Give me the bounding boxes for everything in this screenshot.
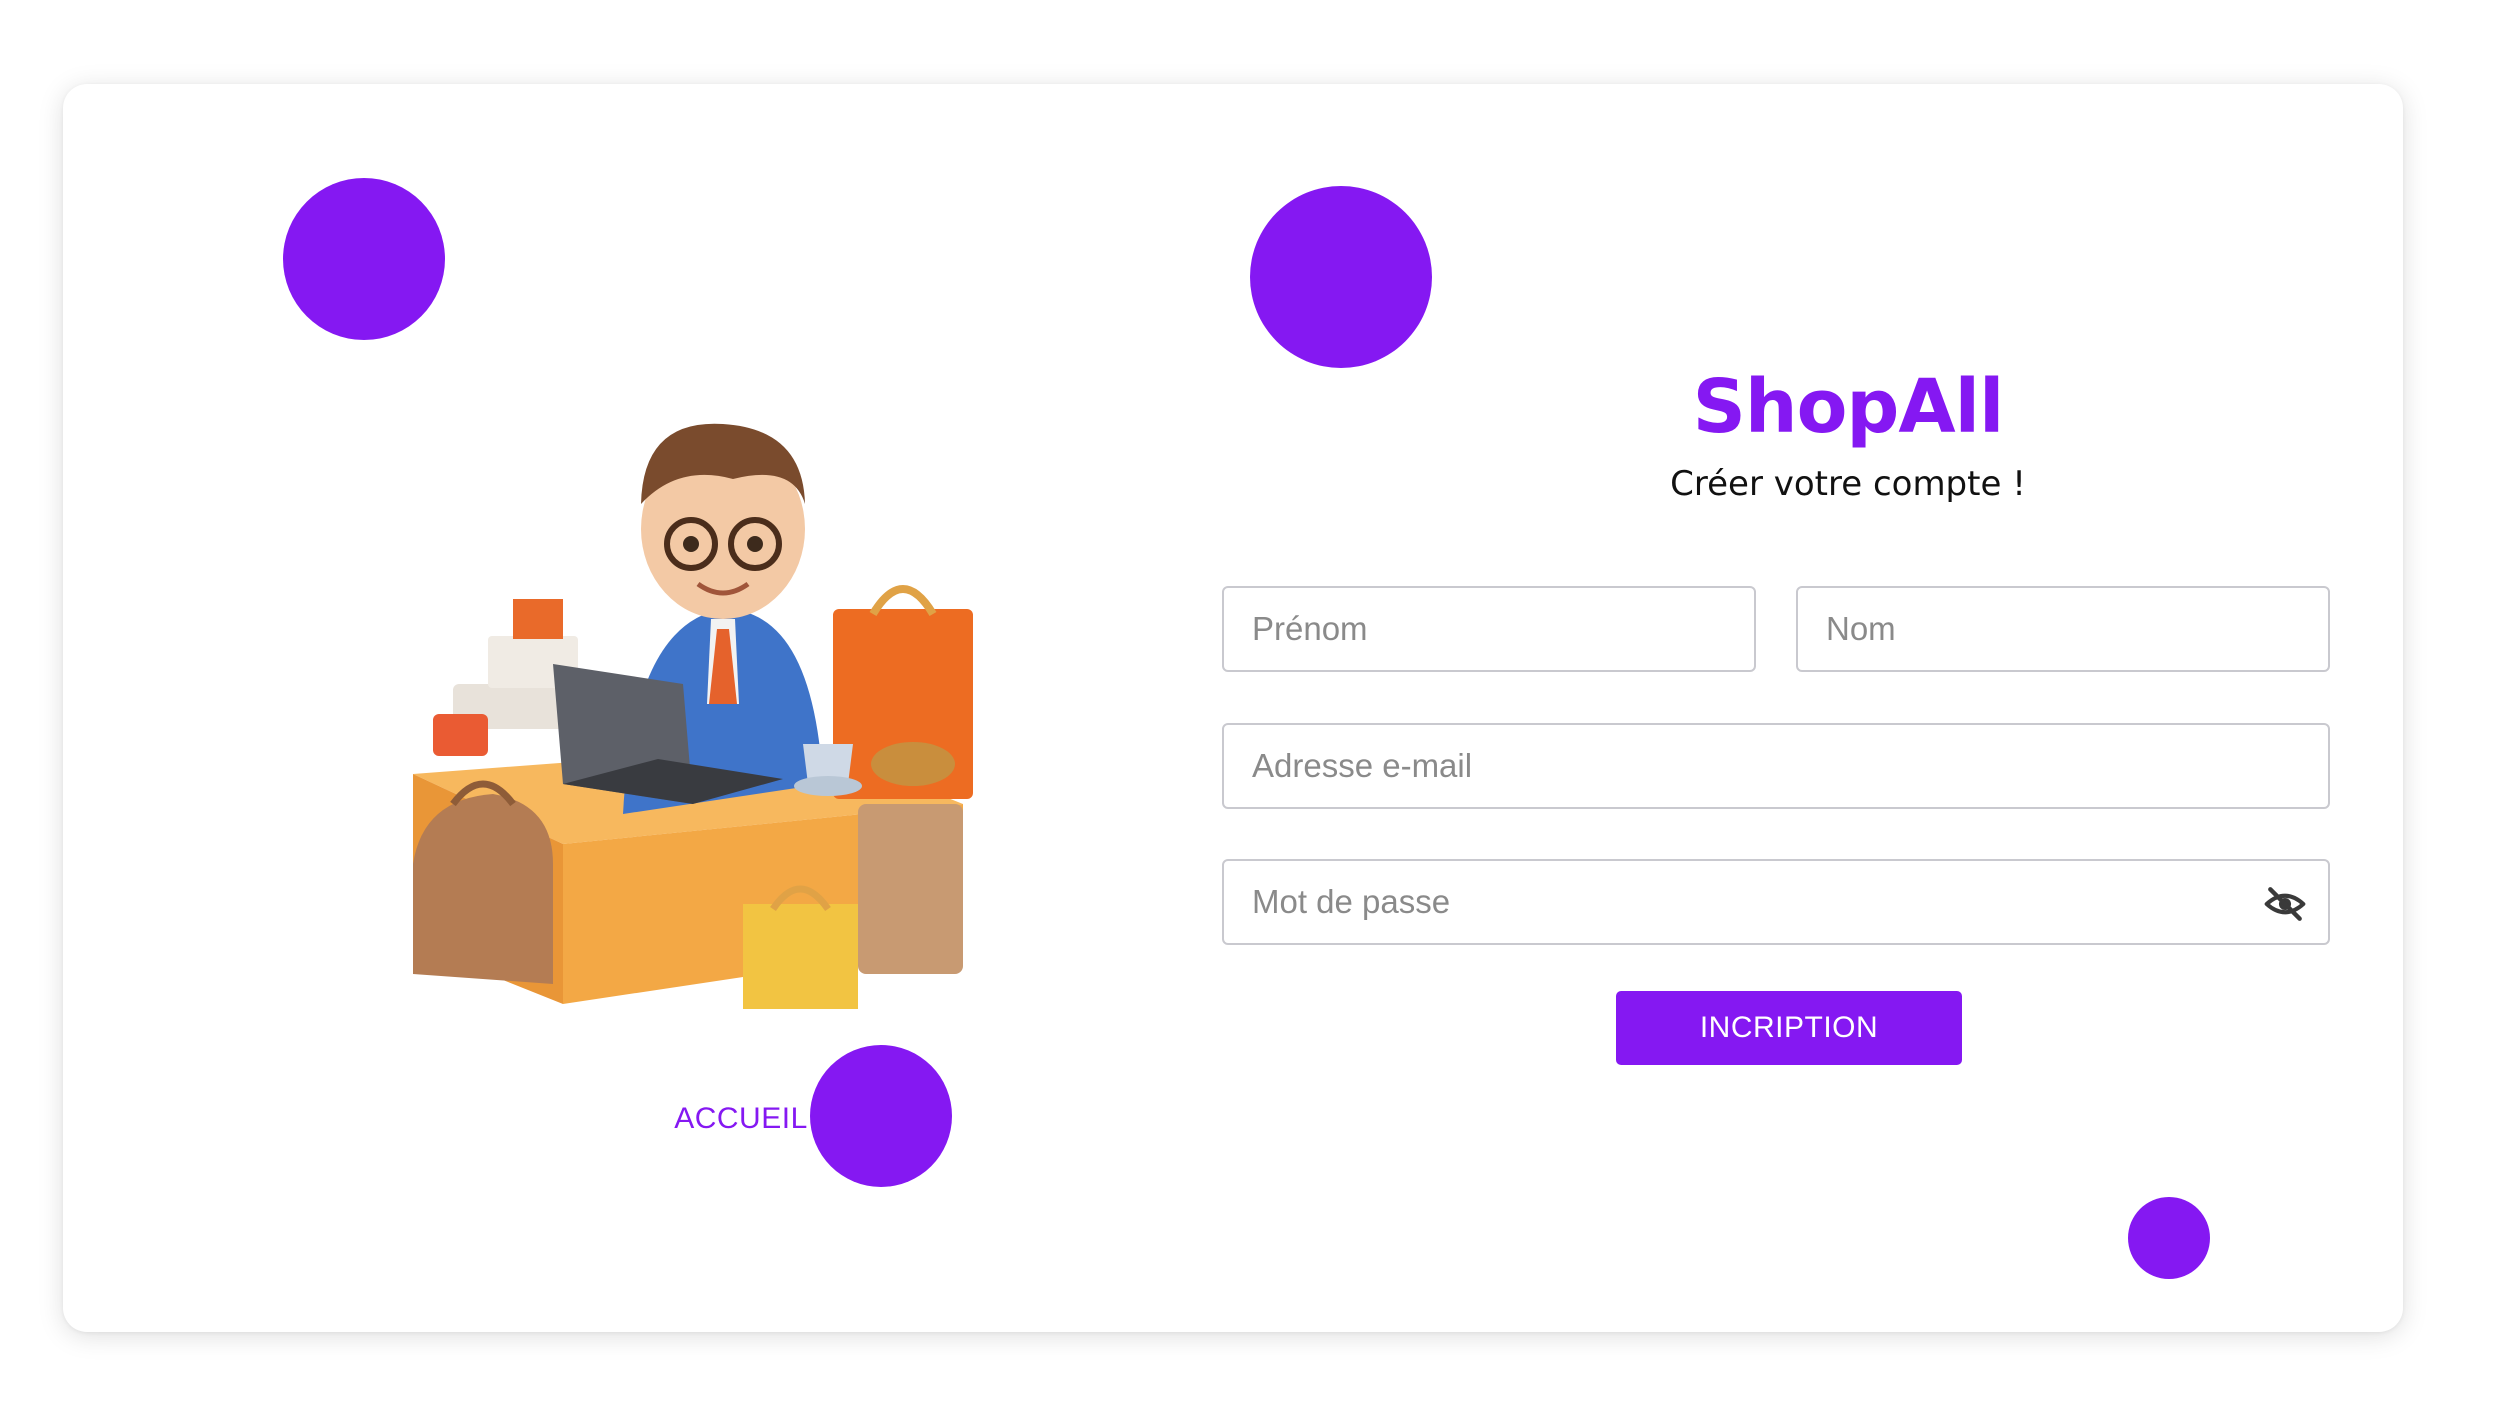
signup-submit-button[interactable]: INCRIPTION	[1616, 991, 1962, 1065]
shopping-businessman-illustration	[413, 423, 973, 1009]
brand-title: ShopAll	[1692, 364, 2005, 450]
decor-circle-top-left	[283, 178, 445, 340]
eye-slash-icon[interactable]	[2260, 879, 2310, 929]
password-field	[1222, 859, 2330, 945]
email-input[interactable]	[1224, 725, 2328, 807]
first-name-field	[1222, 586, 1756, 672]
first-name-input[interactable]	[1224, 588, 1754, 670]
password-input[interactable]	[1224, 861, 2328, 943]
email-field	[1222, 723, 2330, 809]
decor-circle-top-center	[1250, 186, 1432, 368]
signup-card: ACCUEIL ShopAll Créer votre compte ! INC…	[63, 84, 2403, 1332]
last-name-input[interactable]	[1798, 588, 2328, 670]
page-subtitle: Créer votre compte !	[1670, 464, 2026, 504]
accueil-link[interactable]: ACCUEIL	[611, 1102, 871, 1136]
decor-circle-bottom-right	[2128, 1197, 2210, 1279]
last-name-field	[1796, 586, 2330, 672]
